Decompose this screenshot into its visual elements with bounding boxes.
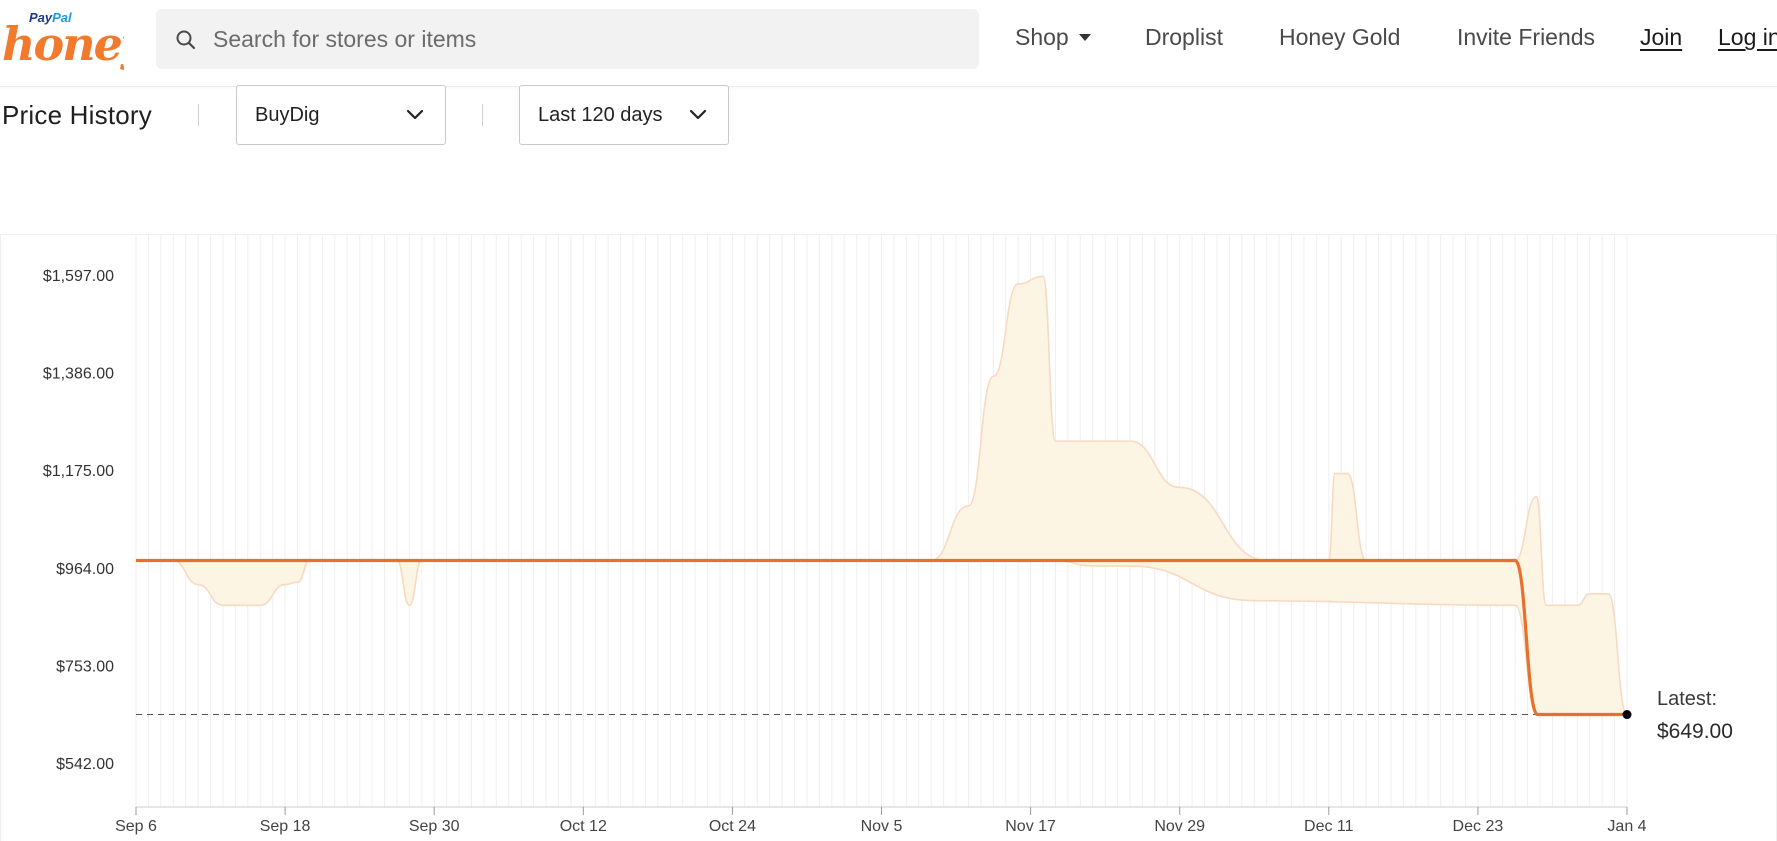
- x-tick-label: Sep 6: [115, 818, 157, 835]
- y-tick-label: $964.00: [56, 561, 114, 578]
- latest-value: $649.00: [1657, 720, 1733, 743]
- x-tick-label: Oct 24: [709, 818, 756, 835]
- honey-wordmark: honey: [2, 22, 124, 71]
- page-title: Price History: [2, 100, 152, 130]
- login-link[interactable]: Log in: [1718, 24, 1777, 51]
- y-tick-label: $1,597.00: [43, 268, 114, 285]
- x-tick-label: Nov 17: [1005, 818, 1056, 835]
- range-select[interactable]: Last 120 days: [519, 85, 729, 145]
- store-select-value: BuyDig: [255, 104, 320, 126]
- x-tick-label: Nov 5: [861, 818, 903, 835]
- x-tick-label: Oct 12: [560, 818, 607, 835]
- y-tick-label: $1,175.00: [43, 463, 114, 480]
- x-tick-label: Jan 4: [1607, 818, 1646, 835]
- latest-point: [1622, 710, 1632, 720]
- chevron-down-icon: [406, 109, 424, 120]
- search-icon: [176, 30, 196, 50]
- chevron-down-icon[interactable]: [1079, 34, 1091, 41]
- store-select[interactable]: BuyDig: [236, 85, 446, 145]
- top-nav-bar: PayPal honey Shop Droplist Honey Gold In…: [0, 0, 1777, 87]
- nav-shop[interactable]: Shop: [1015, 24, 1069, 51]
- join-link[interactable]: Join: [1640, 24, 1682, 51]
- y-tick-label: $753.00: [56, 658, 114, 675]
- x-tick-label: Sep 18: [260, 818, 311, 835]
- x-tick-label: Dec 23: [1453, 818, 1504, 835]
- nav-honey-gold[interactable]: Honey Gold: [1279, 24, 1400, 51]
- divider: [198, 104, 199, 126]
- honey-logo[interactable]: PayPal honey: [2, 8, 124, 71]
- x-tick-label: Dec 11: [1304, 818, 1354, 835]
- y-tick-label: $1,386.00: [43, 366, 114, 383]
- x-tick-label: Nov 29: [1154, 818, 1205, 835]
- x-tick-label: Sep 30: [409, 818, 460, 835]
- honey-logo-text: honey: [2, 22, 124, 71]
- nav-droplist[interactable]: Droplist: [1145, 24, 1223, 51]
- divider: [482, 104, 483, 126]
- search-input[interactable]: [211, 9, 961, 69]
- nav-invite-friends[interactable]: Invite Friends: [1457, 24, 1595, 51]
- range-select-value: Last 120 days: [538, 104, 663, 126]
- y-tick-label: $542.00: [56, 756, 114, 773]
- latest-label: Latest:: [1657, 688, 1718, 710]
- price-history-chart: Sep 6 Sep 18 Sep 30 Oct 12 Oct 24 Nov 5 Nov 17…: [0, 234, 1777, 841]
- chart-svg: Sep 6 Sep 18 Sep 30 Oct 12 Oct 24 Nov 5 Nov 17…: [43, 235, 1647, 835]
- search-bar[interactable]: [156, 9, 979, 69]
- chevron-down-icon: [689, 109, 707, 120]
